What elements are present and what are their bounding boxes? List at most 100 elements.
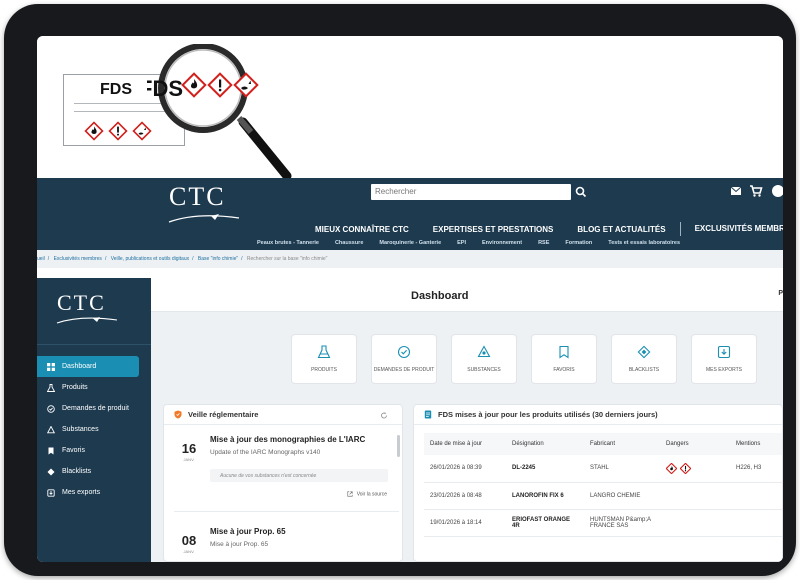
export-icon bbox=[47, 488, 55, 497]
cell-mentions bbox=[730, 509, 782, 537]
tile-exports[interactable]: MES EXPORTS bbox=[691, 334, 757, 384]
refresh-icon[interactable] bbox=[380, 411, 388, 420]
ctc-logo[interactable]: CTC bbox=[169, 182, 226, 212]
table-header-row: Date de mise à jour Désignation Fabrican… bbox=[424, 433, 782, 455]
tile-label: PRODUITS bbox=[311, 367, 337, 373]
app-topbar: Dashboard P bbox=[151, 278, 783, 312]
veille-title: Veille réglementaire bbox=[188, 410, 259, 419]
view-source-label: Voir la source bbox=[356, 491, 387, 498]
sidebar-item-favoris[interactable]: Favoris bbox=[37, 440, 146, 461]
subnav-epi[interactable]: EPI bbox=[449, 240, 474, 246]
document-icon bbox=[424, 410, 432, 419]
cell-fabricant: LANGRO CHEMIE bbox=[584, 482, 660, 510]
nav-mieux-connaitre[interactable]: MIEUX CONNAÎTRE CTC bbox=[303, 225, 421, 234]
subnav-formation[interactable]: Formation bbox=[557, 240, 600, 246]
sidebar-item-substances[interactable]: Substances bbox=[37, 419, 146, 440]
pictogram-row bbox=[84, 121, 152, 141]
item-day: 08 bbox=[181, 533, 197, 548]
bookmark-icon bbox=[559, 345, 569, 359]
nav-exclusivites-label: EXCLUSIVITÉS MEMBRES bbox=[694, 224, 783, 234]
mail-icon[interactable] bbox=[729, 184, 743, 198]
bookmark-icon bbox=[48, 447, 54, 454]
subnav-chaussure[interactable]: Chaussure bbox=[327, 240, 371, 246]
search-icon[interactable] bbox=[574, 184, 588, 200]
column-header[interactable]: Fabricant bbox=[584, 433, 660, 455]
item-subtitle: Mise à jour Prop. 65 bbox=[210, 541, 269, 548]
column-header[interactable]: Mentions bbox=[730, 433, 782, 455]
cell-date: 23/01/2026 à 08:48 bbox=[424, 482, 506, 510]
cell-date: 19/01/2026 à 18:14 bbox=[424, 509, 506, 537]
breadcrumb-link[interactable]: Base "info chimie" bbox=[198, 256, 238, 262]
cell-dangers bbox=[660, 509, 730, 537]
tile-substances[interactable]: SUBSTANCES bbox=[451, 334, 517, 384]
svg-text:FDS: FDS bbox=[147, 76, 183, 101]
magnifier-icon: FDS bbox=[147, 44, 292, 181]
table-row[interactable]: 19/01/2026 à 18:14 ERIOFAST ORANGE 4R HU… bbox=[424, 509, 782, 537]
tile-label: DEMANDES DE PRODUIT bbox=[373, 367, 435, 373]
exclamation-pictogram-icon bbox=[680, 462, 691, 474]
sidebar-item-blacklists[interactable]: Blacklists bbox=[37, 461, 146, 482]
breadcrumb-link[interactable]: Veille, publications et outils digitaux bbox=[111, 256, 189, 262]
sidebar-divider bbox=[37, 344, 151, 345]
cart-icon[interactable] bbox=[749, 184, 763, 198]
search-input[interactable]: Rechercher bbox=[371, 184, 571, 200]
tile-label: MES EXPORTS bbox=[705, 367, 743, 373]
flask-icon bbox=[317, 345, 331, 359]
breadcrumb-link[interactable]: Exclusivités membres bbox=[54, 256, 102, 262]
column-header[interactable]: Dangers bbox=[660, 433, 730, 455]
flask-icon bbox=[47, 383, 55, 392]
fds-label: FDS bbox=[100, 81, 132, 98]
app-logo[interactable]: CTC bbox=[57, 290, 106, 316]
tablet-frame: FDS FDS bbox=[4, 4, 796, 576]
subnav-peaux[interactable]: Peaux brutes - Tannerie bbox=[249, 240, 327, 246]
export-icon bbox=[717, 345, 731, 359]
nav-divider bbox=[679, 222, 681, 236]
table-row[interactable]: 23/01/2026 à 08:48 LANOROFIN FIX 6 LANGR… bbox=[424, 482, 782, 510]
column-header[interactable]: Date de mise à jour bbox=[424, 433, 506, 455]
cell-dangers bbox=[660, 482, 730, 510]
tile-blacklists[interactable]: BLACKLISTS bbox=[611, 334, 677, 384]
logo-swoosh-icon bbox=[56, 317, 118, 324]
breadcrumb: ueil / Exclusivités membres / Veille, publ… bbox=[37, 250, 783, 268]
sidebar-item-label: Favoris bbox=[62, 447, 85, 454]
item-date: 16 JANV. bbox=[176, 441, 202, 462]
column-header[interactable]: Désignation bbox=[506, 433, 584, 455]
table-row[interactable]: 26/01/2026 à 08:39 DL-2245 STAHL H226, H… bbox=[424, 455, 782, 483]
item-title: Mise à jour Prop. 65 bbox=[210, 527, 286, 536]
subnav-tests[interactable]: Tests et essais laboratoires bbox=[600, 240, 688, 246]
sidebar-item-dashboard[interactable]: Dashboard bbox=[37, 356, 139, 377]
tile-demandes[interactable]: DEMANDES DE PRODUIT bbox=[371, 334, 437, 384]
fds-updates-header: FDS mises à jour pour les produits utili… bbox=[414, 405, 782, 425]
tile-favoris[interactable]: FAVORIS bbox=[531, 334, 597, 384]
subnav-environnement[interactable]: Environnement bbox=[474, 240, 530, 246]
breadcrumb-link[interactable]: ueil bbox=[37, 256, 45, 262]
blacklist-icon bbox=[47, 467, 55, 476]
sidebar-item-label: Produits bbox=[62, 384, 88, 391]
view-source-link[interactable]: Voir la source bbox=[347, 491, 387, 497]
tile-label: FAVORIS bbox=[553, 367, 575, 373]
item-month: JANV. bbox=[183, 457, 195, 462]
item-month: JANV. bbox=[183, 549, 195, 554]
nav-expertises[interactable]: EXPERTISES ET PRESTATIONS bbox=[421, 225, 566, 234]
tile-produits[interactable]: PRODUITS bbox=[291, 334, 357, 384]
request-icon bbox=[397, 345, 411, 359]
app-sidebar: CTC Dashboard Produits Demandes de produ… bbox=[37, 278, 151, 562]
scrollbar[interactable] bbox=[397, 435, 400, 457]
account-icon[interactable] bbox=[771, 184, 783, 198]
request-icon bbox=[47, 404, 55, 413]
sidebar-item-exports[interactable]: Mes exports bbox=[37, 482, 146, 503]
subnav-rse[interactable]: RSE bbox=[530, 240, 557, 246]
nav-exclusivites[interactable]: EXCLUSIVITÉS MEMBRES bbox=[683, 223, 783, 235]
shield-icon bbox=[174, 410, 182, 419]
subnav-maroquinerie[interactable]: Maroquinerie - Ganterie bbox=[371, 240, 449, 246]
item-day: 16 bbox=[181, 441, 197, 456]
sidebar-item-demandes[interactable]: Demandes de produit bbox=[37, 398, 146, 419]
hero-illustration: FDS FDS bbox=[37, 36, 783, 181]
nav-blog[interactable]: BLOG ET ACTUALITÉS bbox=[565, 225, 677, 234]
breadcrumb-current: Rechercher sur la base "info chimie" bbox=[246, 256, 328, 262]
veille-header: Veille réglementaire bbox=[164, 405, 402, 425]
user-menu[interactable]: P bbox=[778, 290, 783, 297]
cell-fabricant: STAHL bbox=[584, 455, 660, 483]
sidebar-item-label: Mes exports bbox=[62, 489, 101, 496]
sidebar-item-produits[interactable]: Produits bbox=[37, 377, 146, 398]
